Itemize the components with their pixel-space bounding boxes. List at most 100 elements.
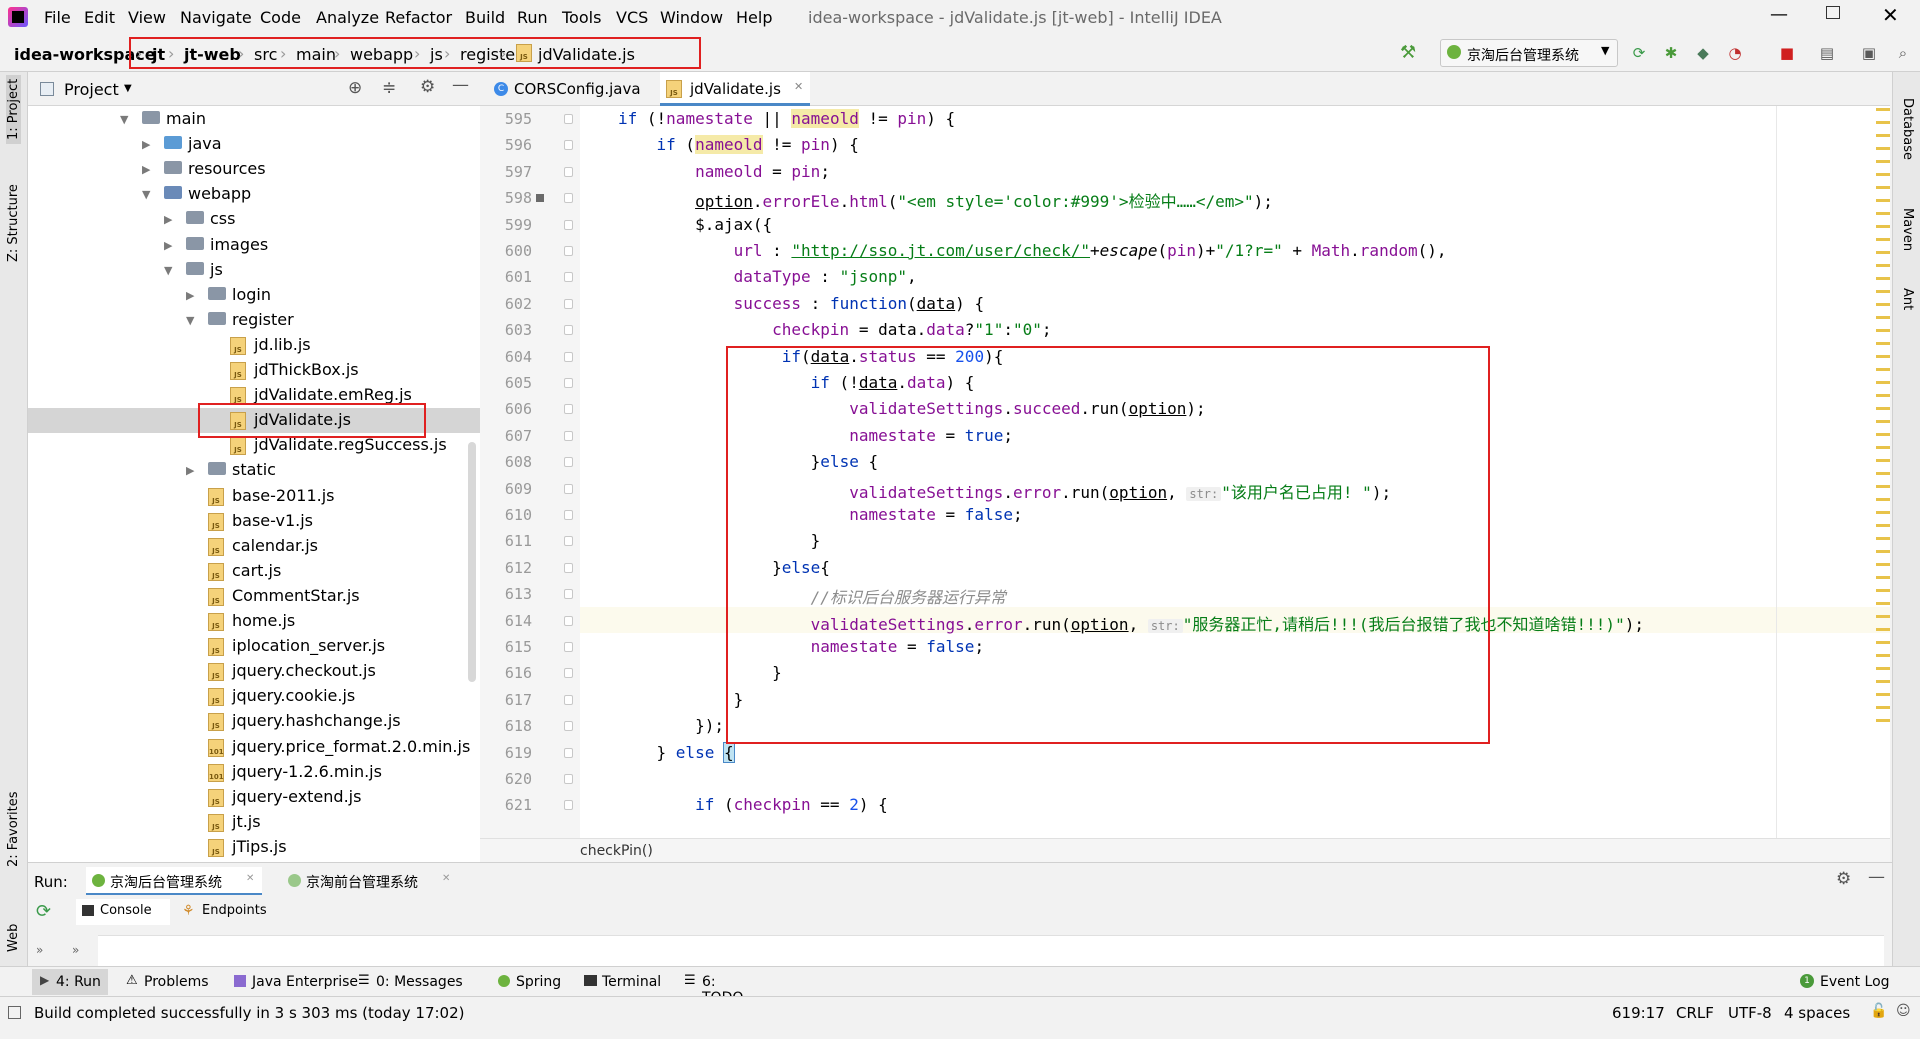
- console-output[interactable]: [98, 935, 1884, 967]
- error-stripe-marker[interactable]: [1876, 342, 1890, 345]
- error-stripe-marker[interactable]: [1876, 511, 1890, 514]
- code-line[interactable]: success : function(data) {: [618, 294, 984, 313]
- menu-analyze[interactable]: Analyze: [316, 8, 379, 27]
- line-separator[interactable]: CRLF: [1676, 1004, 1714, 1022]
- search-icon[interactable]: ⌕: [1894, 44, 1912, 62]
- project-panel-title[interactable]: Project: [64, 80, 119, 99]
- tool-spring[interactable]: Spring: [494, 969, 574, 995]
- error-stripe-marker[interactable]: [1876, 225, 1890, 228]
- tree-item[interactable]: ▼ main: [28, 107, 480, 132]
- close-tab-icon[interactable]: ✕: [794, 80, 803, 93]
- tree-item[interactable]: ▶ css: [28, 207, 480, 232]
- code-line[interactable]: option.errorEle.html("<em style='color:#…: [618, 188, 1273, 212]
- error-stripe-marker[interactable]: [1876, 524, 1890, 527]
- ant-tool-tab[interactable]: Ant: [1900, 288, 1915, 310]
- error-stripe-marker[interactable]: [1876, 459, 1890, 462]
- tree-item[interactable]: JS calendar.js: [28, 534, 480, 559]
- error-stripe-marker[interactable]: [1876, 654, 1890, 657]
- code-line[interactable]: nameold = pin;: [618, 162, 830, 181]
- tab-cors-config[interactable]: C CORSConfig.java: [488, 72, 654, 106]
- error-stripe-marker[interactable]: [1876, 134, 1890, 137]
- menu-run[interactable]: Run: [517, 8, 548, 27]
- code-line[interactable]: } else {: [618, 741, 735, 763]
- tree-item[interactable]: JS cart.js: [28, 559, 480, 584]
- debug-icon[interactable]: ✱: [1662, 44, 1680, 62]
- rerun-icon[interactable]: ⟳: [36, 901, 51, 922]
- error-stripe-marker[interactable]: [1876, 563, 1890, 566]
- code-line[interactable]: checkpin = data.data?"1":"0";: [618, 320, 1051, 339]
- code-line[interactable]: });: [618, 716, 724, 735]
- database-tool-tab[interactable]: Database: [1900, 98, 1915, 160]
- error-stripe-marker[interactable]: [1876, 615, 1890, 618]
- tree-item[interactable]: JS jquery.cookie.js: [28, 684, 480, 709]
- chevron-down-icon[interactable]: ▼: [142, 188, 150, 201]
- tree-item[interactable]: ▶ resources: [28, 157, 480, 182]
- menu-code[interactable]: Code: [260, 8, 301, 27]
- inspector-icon[interactable]: ☺: [1896, 1003, 1911, 1019]
- error-stripe-marker[interactable]: [1876, 173, 1890, 176]
- error-stripe-marker[interactable]: [1876, 303, 1890, 306]
- chevron-right-icon[interactable]: ▶: [186, 464, 194, 477]
- tab-jdvalidate[interactable]: JS jdValidate.js ✕: [660, 72, 810, 106]
- error-stripe-marker[interactable]: [1876, 550, 1890, 553]
- error-stripe-marker[interactable]: [1876, 108, 1890, 111]
- error-stripe-marker[interactable]: [1876, 680, 1890, 683]
- web-tool-tab[interactable]: Web: [6, 924, 21, 952]
- error-stripe-marker[interactable]: [1876, 186, 1890, 189]
- maven-tool-tab[interactable]: Maven: [1900, 208, 1915, 251]
- menu-file[interactable]: File: [44, 8, 71, 27]
- function-crumb[interactable]: checkPin(): [580, 843, 653, 859]
- chevron-right-icon[interactable]: ▶: [164, 213, 172, 226]
- menu-navigate[interactable]: Navigate: [180, 8, 252, 27]
- menu-refactor[interactable]: Refactor: [385, 8, 452, 27]
- menu-help[interactable]: Help: [736, 8, 772, 27]
- rerun-icon[interactable]: ⟳: [1630, 44, 1648, 62]
- chevron-down-icon[interactable]: ▼: [164, 264, 172, 277]
- status-toggle-icon[interactable]: [8, 1006, 21, 1019]
- caret-position[interactable]: 619:17: [1612, 1004, 1665, 1022]
- tree-item[interactable]: JS jd.lib.js: [28, 333, 480, 358]
- tree-item[interactable]: JS jquery.hashchange.js: [28, 709, 480, 734]
- run-tab-backend[interactable]: 京淘后台管理系统 ✕: [86, 867, 262, 895]
- error-stripe-marker[interactable]: [1876, 368, 1890, 371]
- hide-icon[interactable]: —: [452, 75, 469, 95]
- tool-messages[interactable]: ☰ 0: Messages: [354, 969, 476, 995]
- code-line[interactable]: $.ajax({: [618, 215, 772, 234]
- error-stripe-marker[interactable]: [1876, 147, 1890, 150]
- error-stripe-marker[interactable]: [1876, 719, 1890, 722]
- chevron-down-icon[interactable]: ▼: [186, 314, 194, 327]
- error-stripe-marker[interactable]: [1876, 212, 1890, 215]
- tool-java-enterprise[interactable]: Java Enterprise: [230, 969, 370, 995]
- tool-problems[interactable]: ⚠ Problems: [122, 969, 212, 995]
- error-stripe-marker[interactable]: [1876, 251, 1890, 254]
- tree-item[interactable]: ▶ images: [28, 233, 480, 258]
- menu-view[interactable]: View: [128, 8, 166, 27]
- run-config-select[interactable]: 京淘后台管理系统 ▼: [1440, 39, 1618, 67]
- close-icon[interactable]: ✕: [1882, 3, 1899, 27]
- stop-icon[interactable]: ■: [1778, 44, 1796, 62]
- coverage-icon[interactable]: ◆: [1694, 44, 1712, 62]
- code-line[interactable]: }: [618, 690, 744, 709]
- project-tool-tab[interactable]: 1: Project: [6, 74, 21, 144]
- tree-item[interactable]: ▶ java: [28, 132, 480, 157]
- indent-setting[interactable]: 4 spaces: [1784, 1004, 1850, 1022]
- favorites-tool-tab[interactable]: 2: Favorites: [6, 791, 21, 867]
- error-stripe-marker[interactable]: [1876, 589, 1890, 592]
- tree-item[interactable]: JS jt.js: [28, 810, 480, 835]
- error-stripe-marker[interactable]: [1876, 407, 1890, 410]
- tree-scrollbar[interactable]: [468, 442, 476, 682]
- chevron-right-icon[interactable]: ▶: [142, 163, 150, 176]
- error-stripe-marker[interactable]: [1876, 446, 1890, 449]
- maximize-icon[interactable]: [1826, 6, 1840, 19]
- lock-icon[interactable]: 🔓: [1870, 1003, 1887, 1019]
- error-stripe-marker[interactable]: [1876, 641, 1890, 644]
- event-log[interactable]: 1 Event Log: [1798, 969, 1898, 995]
- tool-todo[interactable]: ☰ 6: TODO: [680, 969, 760, 1006]
- expand-icon[interactable]: »: [72, 943, 79, 957]
- tool-terminal[interactable]: Terminal: [580, 969, 672, 995]
- close-tab-icon[interactable]: ✕: [442, 873, 450, 884]
- collapse-icon[interactable]: ≑: [382, 78, 396, 98]
- tree-item[interactable]: ▼ register: [28, 308, 480, 333]
- tree-item[interactable]: ▶ login: [28, 283, 480, 308]
- structure-tool-tab[interactable]: Z: Structure: [6, 184, 21, 262]
